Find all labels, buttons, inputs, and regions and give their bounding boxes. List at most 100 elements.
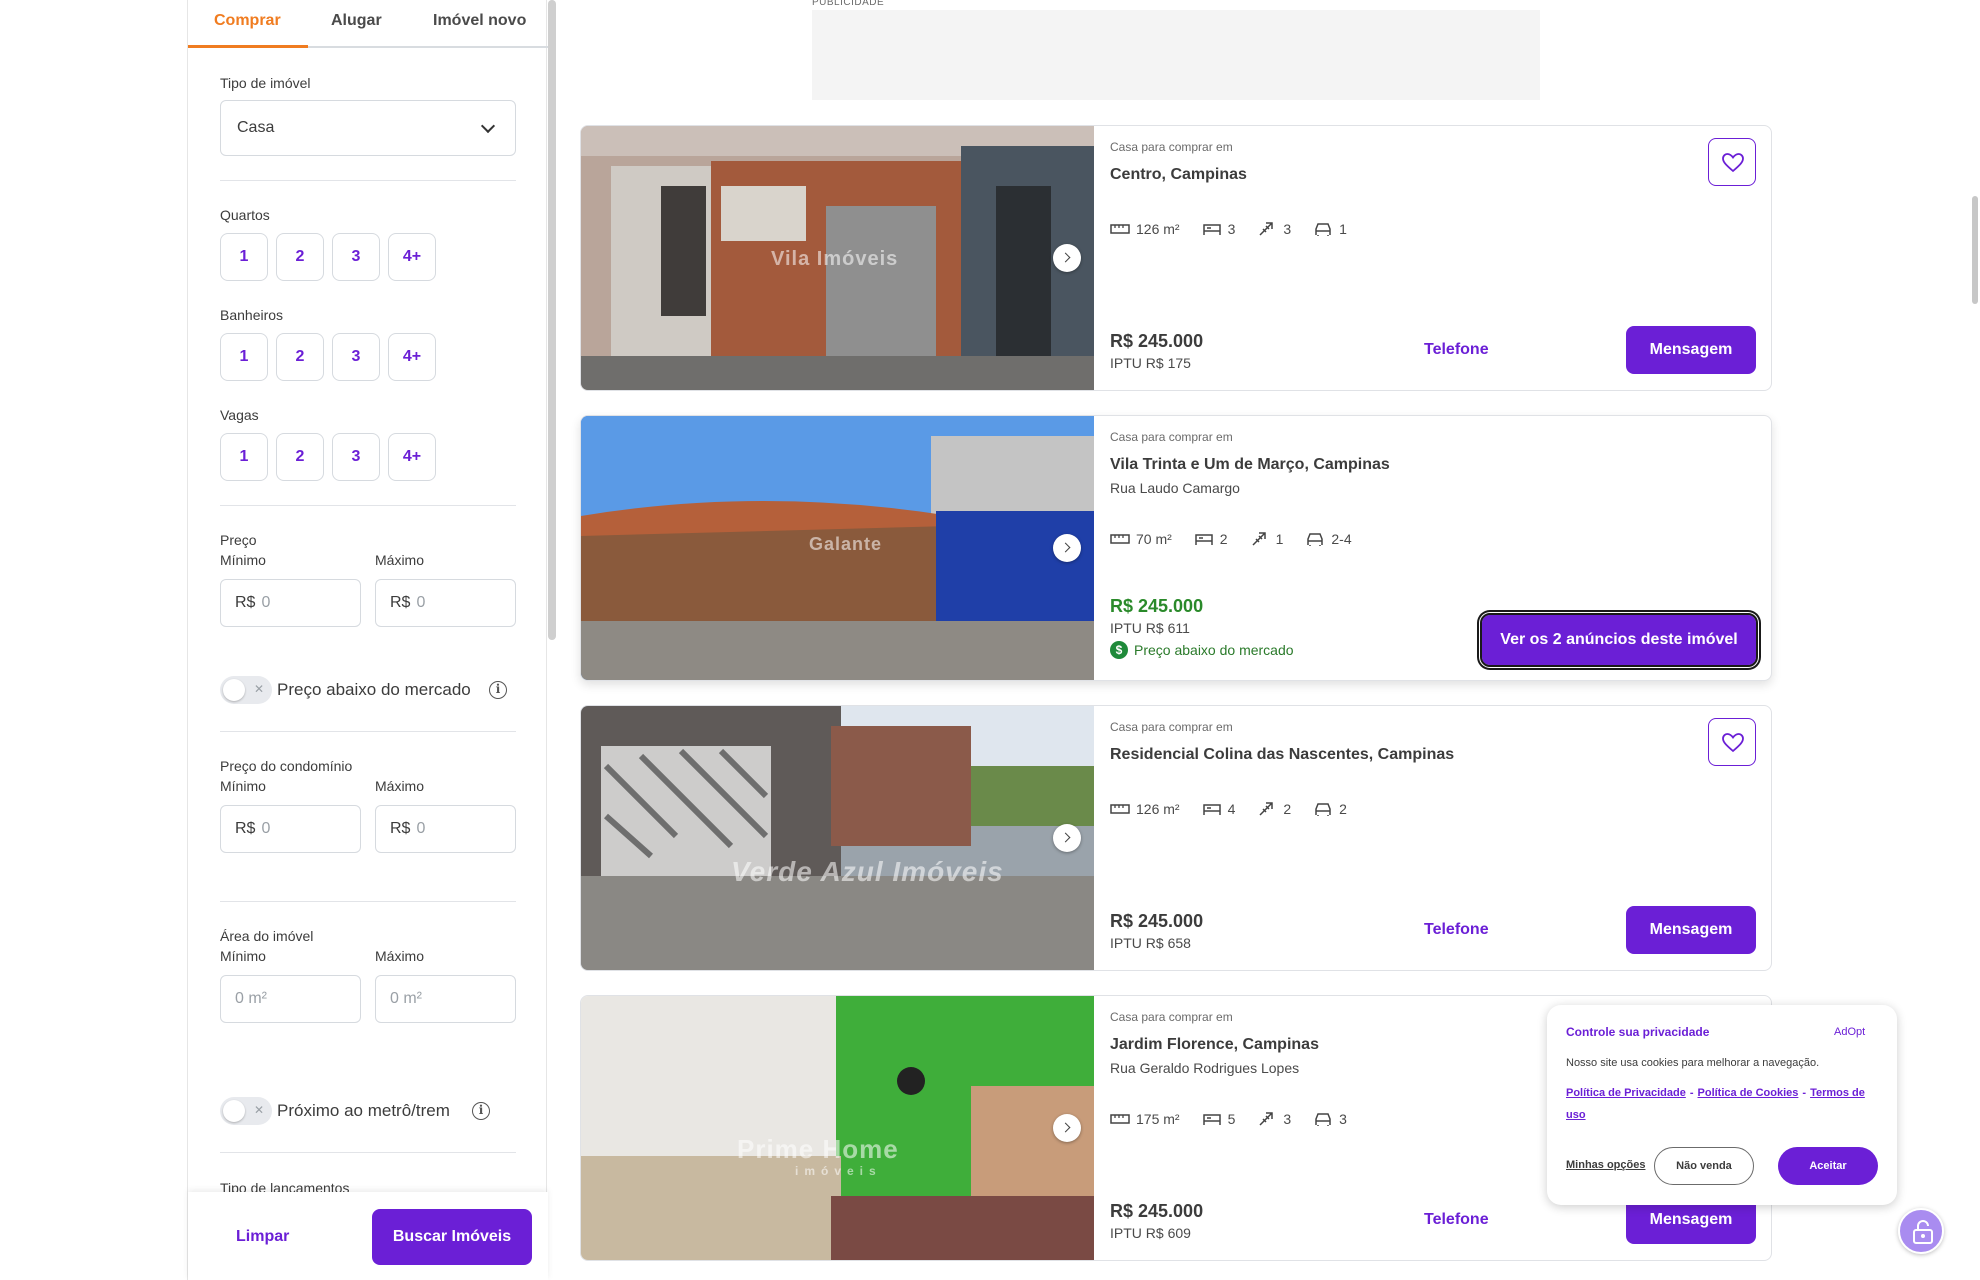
below-market-badge: $ Preço abaixo do mercado bbox=[1110, 641, 1294, 659]
vagas-chip-1[interactable]: 1 bbox=[220, 433, 268, 481]
currency-prefix: R$ bbox=[390, 820, 411, 837]
vagas-value: 2 bbox=[1339, 801, 1347, 817]
area-min-label: Mínimo bbox=[220, 948, 266, 964]
listing-photo-image bbox=[581, 706, 1094, 970]
preco-min-label: Mínimo bbox=[220, 552, 266, 568]
condominio-min-label: Mínimo bbox=[220, 778, 266, 794]
quartos-chip-1[interactable]: 1 bbox=[220, 233, 268, 281]
listing-photo[interactable]: Verde Azul Imóveis bbox=[581, 706, 1094, 970]
shower-icon bbox=[1259, 802, 1274, 816]
proximo-metro-toggle[interactable]: ✕ bbox=[220, 1097, 272, 1125]
next-photo-button[interactable] bbox=[1053, 534, 1081, 562]
listing-card[interactable]: Verde Azul Imóveis Casa para comprar em … bbox=[580, 705, 1772, 971]
listing-title[interactable]: Residencial Colina das Nascentes, Campin… bbox=[1110, 746, 1454, 764]
quartos-chip-3[interactable]: 3 bbox=[332, 233, 380, 281]
listing-subtitle: Casa para comprar em bbox=[1110, 140, 1233, 154]
cookie-brand[interactable]: AdOpt bbox=[1834, 1026, 1865, 1038]
cookie-policy-link[interactable]: Política de Cookies bbox=[1698, 1087, 1799, 1099]
buscar-imoveis-button[interactable]: Buscar Imóveis bbox=[372, 1209, 532, 1265]
listing-title[interactable]: Centro, Campinas bbox=[1110, 166, 1247, 184]
area-min-input[interactable]: 0 m² bbox=[220, 975, 361, 1023]
mensagem-button[interactable]: Mensagem bbox=[1626, 326, 1756, 374]
banheiros-value: 1 bbox=[1275, 531, 1284, 547]
car-icon bbox=[1315, 803, 1331, 816]
condominio-max-label: Máximo bbox=[375, 778, 425, 794]
cookie-decline-button[interactable]: Não venda bbox=[1654, 1147, 1754, 1185]
cookie-consent-panel: Controle sua privacidade AdOpt Nosso sit… bbox=[1547, 1005, 1897, 1205]
area-max-input[interactable]: 0 m² bbox=[375, 975, 516, 1023]
limpar-button[interactable]: Limpar bbox=[236, 1228, 289, 1246]
privacy-policy-link[interactable]: Política de Privacidade bbox=[1566, 1087, 1686, 1099]
quartos-chip-4plus[interactable]: 4+ bbox=[388, 233, 436, 281]
quartos-feature: 4 bbox=[1202, 801, 1235, 817]
banheiros-chip-1[interactable]: 1 bbox=[220, 333, 268, 381]
listing-features: 175 m² 5 3 3 bbox=[1110, 1110, 1347, 1128]
bed-icon bbox=[1202, 224, 1221, 235]
listing-title[interactable]: Vila Trinta e Um de Março, Campinas bbox=[1110, 456, 1390, 474]
area-value: 70 m² bbox=[1136, 531, 1172, 547]
mensagem-button[interactable]: Mensagem bbox=[1626, 906, 1756, 954]
tab-alugar[interactable]: Alugar bbox=[331, 12, 382, 30]
listing-card[interactable]: Vila Imóveis Casa para comprar em Centro… bbox=[580, 125, 1772, 391]
toggle-knob bbox=[223, 679, 245, 701]
condominio-min-placeholder: 0 bbox=[261, 820, 271, 837]
quartos-value: 2 bbox=[1219, 531, 1228, 547]
favorite-button[interactable] bbox=[1708, 138, 1756, 186]
condominio-max-input[interactable]: R$ 0 bbox=[375, 805, 516, 853]
page-scrollbar[interactable] bbox=[1972, 196, 1978, 304]
area-value: 126 m² bbox=[1136, 221, 1180, 237]
banheiros-chip-4plus[interactable]: 4+ bbox=[388, 333, 436, 381]
preco-abaixo-mercado-toggle[interactable]: ✕ bbox=[220, 676, 272, 704]
telefone-button[interactable]: Telefone bbox=[1424, 1211, 1489, 1229]
banheiros-chip-2[interactable]: 2 bbox=[276, 333, 324, 381]
info-icon[interactable]: i bbox=[489, 681, 507, 699]
listing-features: 70 m² 2 1 2-4 bbox=[1110, 530, 1352, 548]
next-photo-button[interactable] bbox=[1053, 824, 1081, 852]
next-photo-button[interactable] bbox=[1053, 244, 1081, 272]
toggle-off-icon: ✕ bbox=[253, 1103, 264, 1117]
divider bbox=[220, 1152, 516, 1153]
active-tab-indicator bbox=[188, 45, 308, 48]
cookie-links: Política de Privacidade - Política de Cook… bbox=[1566, 1082, 1884, 1126]
preco-abaixo-mercado-label: Preço abaixo do mercado bbox=[277, 680, 471, 699]
preco-max-input[interactable]: R$ 0 bbox=[375, 579, 516, 627]
vagas-chip-4plus[interactable]: 4+ bbox=[388, 433, 436, 481]
listing-title[interactable]: Jardim Florence, Campinas bbox=[1110, 1036, 1319, 1054]
listing-photo[interactable]: Vila Imóveis bbox=[581, 126, 1094, 390]
tipo-imovel-select[interactable]: Casa bbox=[220, 100, 516, 156]
banheiros-feature: 2 bbox=[1257, 800, 1291, 818]
banheiros-chip-3[interactable]: 3 bbox=[332, 333, 380, 381]
condominio-label: Preço do condomínio bbox=[220, 758, 353, 774]
shower-icon bbox=[1252, 532, 1266, 546]
preco-min-placeholder: 0 bbox=[261, 594, 271, 611]
next-photo-button[interactable] bbox=[1053, 1114, 1081, 1142]
cookie-options-link[interactable]: Minhas opções bbox=[1566, 1159, 1645, 1171]
ruler-icon bbox=[1110, 224, 1130, 234]
banheiros-value: 2 bbox=[1283, 801, 1292, 817]
cookie-accept-button[interactable]: Aceitar bbox=[1778, 1147, 1878, 1185]
tab-imovel-novo[interactable]: Imóvel novo bbox=[433, 12, 526, 30]
condominio-min-input[interactable]: R$ 0 bbox=[220, 805, 361, 853]
listing-card[interactable]: Galante Casa para comprar em Vila Trinta… bbox=[580, 415, 1772, 681]
ad-slot bbox=[812, 10, 1540, 100]
telefone-button[interactable]: Telefone bbox=[1424, 921, 1489, 939]
quartos-chip-2[interactable]: 2 bbox=[276, 233, 324, 281]
banheiros-feature: 3 bbox=[1257, 220, 1291, 238]
search-tabs: Comprar Alugar Imóvel novo bbox=[188, 0, 548, 48]
privacy-lock-button[interactable] bbox=[1898, 1208, 1944, 1254]
info-icon[interactable]: i bbox=[472, 1102, 490, 1120]
preco-min-input[interactable]: R$ 0 bbox=[220, 579, 361, 627]
listing-photo[interactable]: Prime Home imóveis bbox=[581, 996, 1094, 1260]
toggle-off-icon: ✕ bbox=[253, 682, 264, 696]
bed-icon bbox=[1202, 804, 1221, 815]
vagas-chip-3[interactable]: 3 bbox=[332, 433, 380, 481]
link-separator: - bbox=[1689, 1087, 1694, 1099]
favorite-button[interactable] bbox=[1708, 718, 1756, 766]
telefone-button[interactable]: Telefone bbox=[1424, 341, 1489, 359]
photo-watermark: Verde Azul Imóveis bbox=[731, 856, 1004, 887]
sidebar-scrollbar[interactable] bbox=[548, 0, 556, 640]
tab-comprar[interactable]: Comprar bbox=[214, 12, 281, 30]
vagas-chip-2[interactable]: 2 bbox=[276, 433, 324, 481]
ver-anuncios-button[interactable]: Ver os 2 anúncios deste imóvel bbox=[1480, 613, 1758, 667]
listing-photo[interactable]: Galante bbox=[581, 416, 1094, 680]
